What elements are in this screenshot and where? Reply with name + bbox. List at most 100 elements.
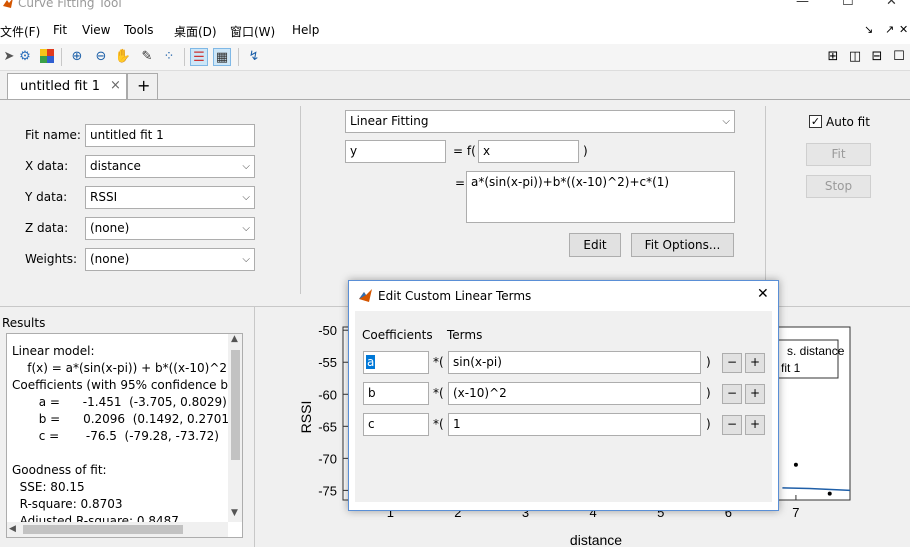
fit-type-select[interactable]: Linear Fitting ⌵ — [345, 110, 735, 133]
close-window-button[interactable]: ✕ — [886, 0, 897, 9]
weights-select[interactable]: (none) ⌵ — [85, 248, 255, 271]
term-input-a[interactable]: sin(x-pi) — [448, 351, 701, 374]
z-data-value: (none) — [90, 221, 130, 235]
remove-term-button[interactable]: − — [722, 384, 742, 404]
data-cursor-icon[interactable]: ⚙ — [16, 48, 34, 66]
weights-value: (none) — [90, 252, 130, 266]
expression-textarea[interactable]: a*(sin(x-pi))+b*((x-10)^2)+c*(1) — [466, 171, 735, 223]
weights-label: Weights: — [25, 252, 78, 266]
remove-term-button[interactable]: − — [722, 415, 742, 435]
add-term-button[interactable]: + — [745, 415, 765, 435]
independent-var-input[interactable]: x — [478, 140, 579, 163]
scroll-down-icon[interactable]: ▼ — [231, 508, 238, 518]
chevron-down-icon: ⌵ — [242, 254, 250, 265]
menu-fit[interactable]: Fit — [53, 23, 67, 37]
layout-rows-icon[interactable]: ⊟ — [868, 48, 886, 66]
coefficient-input-a[interactable]: a — [363, 351, 429, 374]
menu-help[interactable]: Help — [292, 23, 319, 37]
scroll-up-icon[interactable]: ▲ — [231, 334, 238, 344]
close-paren-label: ) — [706, 417, 711, 431]
maximize-button[interactable]: ☐ — [842, 0, 854, 9]
data-point — [827, 491, 832, 496]
panel-divider — [300, 106, 301, 294]
tab-untitled-fit-1[interactable]: untitled fit 1 × — [7, 73, 127, 99]
dialog-close-icon[interactable]: ✕ — [757, 286, 769, 302]
toolbar-separator — [238, 48, 239, 66]
menu-bar: 文件(F) Fit View Tools 桌面(D) 窗口(W) Help ↘ … — [0, 14, 910, 44]
results-line: Coefficients (with 95% confidence bo — [12, 378, 236, 392]
coefficients-header: Coefficients — [362, 328, 433, 342]
results-hscrollbar[interactable]: ◀ — [7, 522, 228, 537]
zoom-in-icon[interactable]: ⊕ — [68, 48, 86, 66]
open-paren-label: *( — [433, 417, 444, 431]
x-data-select[interactable]: distance ⌵ — [85, 155, 255, 178]
results-textbox[interactable]: Linear model: f(x) = a*(sin(x-pi)) + b*(… — [6, 333, 243, 538]
scrollbar-thumb[interactable] — [23, 525, 183, 534]
matlab-logo-icon — [358, 288, 373, 306]
data-tips-icon[interactable]: ✎ — [138, 48, 156, 66]
equals-label: = — [455, 176, 466, 190]
open-paren-label: *( — [433, 355, 444, 369]
scrollbar-thumb[interactable] — [231, 350, 240, 460]
menu-desktop[interactable]: 桌面(D) — [174, 23, 217, 40]
zoom-out-icon[interactable]: ⊖ — [92, 48, 110, 66]
panel-divider — [765, 106, 766, 294]
results-line: SSE: 80.15 — [12, 480, 85, 494]
x-data-value: distance — [90, 159, 141, 173]
y-tick-label: -55 — [318, 355, 337, 370]
y-tick-label: -70 — [318, 451, 337, 466]
exclude-outliers-icon[interactable]: ⁘ — [160, 48, 178, 66]
pan-hand-icon[interactable]: ✋ — [114, 48, 132, 66]
tab-close-icon[interactable]: × — [110, 78, 121, 93]
fit-name-input[interactable]: untitled fit 1 — [85, 124, 255, 147]
layout-columns-icon[interactable]: ◫ — [846, 48, 864, 66]
y-axis-label: RSSI — [298, 401, 314, 434]
results-header: Results — [2, 316, 46, 330]
menu-tools[interactable]: Tools — [124, 23, 154, 37]
dock-icon[interactable]: ↘ — [864, 23, 873, 36]
layout-grid-icon[interactable]: ⊞ — [824, 48, 842, 66]
dependent-var-input[interactable]: y — [345, 140, 446, 163]
add-term-button[interactable]: + — [745, 384, 765, 404]
results-line: b = 0.2096 (0.1492, 0.2701) — [12, 412, 234, 426]
chevron-down-icon: ⌵ — [722, 116, 730, 127]
tab-label: untitled fit 1 — [20, 79, 100, 94]
fit-options-button[interactable]: Fit Options... — [631, 233, 734, 257]
results-line: a = -1.451 (-3.705, 0.8029) — [12, 395, 227, 409]
menu-file[interactable]: 文件(F) — [0, 23, 40, 40]
results-line: f(x) = a*(sin(x-pi)) + b*((x-10)^2) + — [12, 361, 243, 375]
y-data-select[interactable]: RSSI ⌵ — [85, 186, 255, 209]
scroll-left-icon[interactable]: ◀ — [9, 524, 16, 534]
chevron-down-icon: ⌵ — [242, 161, 250, 172]
menu-window[interactable]: 窗口(W) — [230, 23, 275, 40]
edit-button[interactable]: Edit — [569, 233, 621, 257]
remove-term-button[interactable]: − — [722, 353, 742, 373]
add-term-button[interactable]: + — [745, 353, 765, 373]
z-data-select[interactable]: (none) ⌵ — [85, 217, 255, 240]
colormap-icon[interactable] — [38, 48, 56, 66]
term-input-c[interactable]: 1 — [448, 413, 701, 436]
legend-icon[interactable]: ☰ — [190, 48, 208, 66]
fit-button[interactable]: Fit — [806, 143, 871, 166]
stop-button[interactable]: Stop — [806, 175, 871, 198]
undock-icon[interactable]: ↗ — [885, 23, 894, 36]
z-data-label: Z data: — [25, 221, 69, 235]
close-paren-label: ) — [583, 144, 588, 158]
add-tab-button[interactable]: + — [127, 73, 158, 99]
menu-view[interactable]: View — [82, 23, 110, 37]
residuals-plot-icon[interactable]: ↯ — [245, 48, 263, 66]
close-figure-icon[interactable]: ✕ — [899, 23, 908, 36]
plus-icon: + — [137, 76, 151, 95]
auto-fit-checkbox[interactable]: ✓ — [809, 115, 822, 128]
layout-single-icon[interactable]: ☐ — [890, 48, 908, 66]
auto-fit-label: Auto fit — [826, 115, 870, 129]
chevron-down-icon: ⌵ — [242, 223, 250, 234]
terms-header: Terms — [447, 328, 483, 342]
coefficient-input-b[interactable]: b — [363, 382, 429, 405]
term-input-b[interactable]: (x-10)^2 — [448, 382, 701, 405]
minimize-button[interactable]: — — [796, 0, 809, 9]
x-data-label: X data: — [25, 159, 69, 173]
grid-icon[interactable]: ▦ — [213, 48, 231, 66]
coefficient-input-c[interactable]: c — [363, 413, 429, 436]
results-vscrollbar[interactable]: ▲ ▼ — [228, 334, 242, 522]
